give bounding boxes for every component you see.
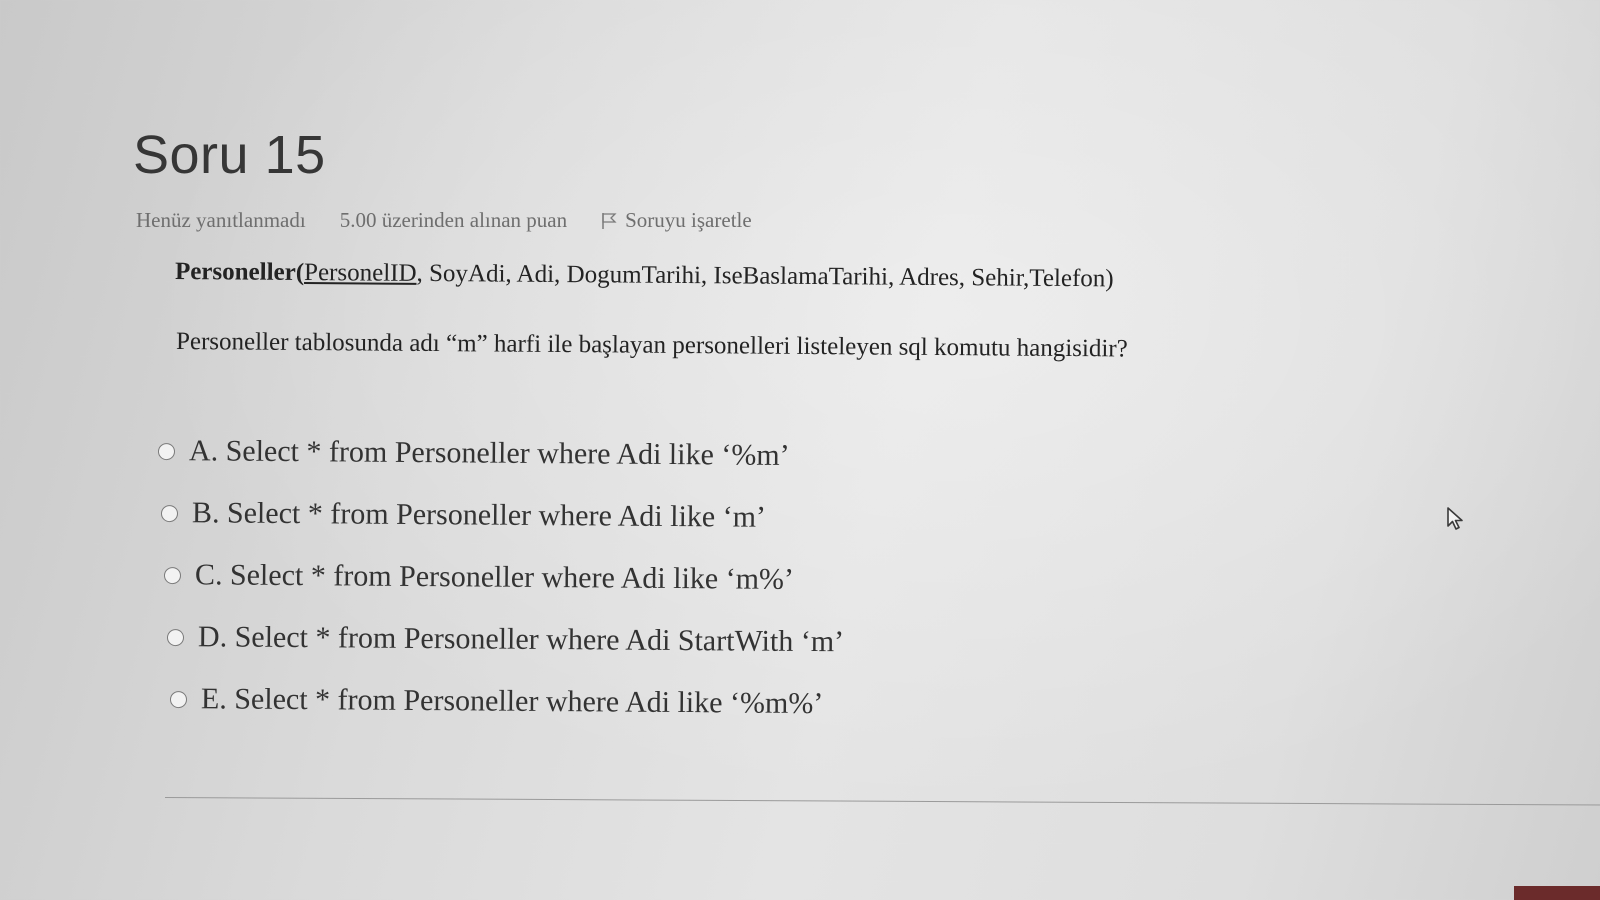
question-info: Henüz yanıtlanmadı 5.00 üzerinden alınan… <box>136 208 752 233</box>
question-grade: 5.00 üzerinden alınan puan <box>339 208 568 232</box>
mouse-cursor-icon <box>1447 507 1463 530</box>
answer-option-d[interactable]: D. Select * from Personeller where Adi S… <box>166 620 1058 659</box>
answer-list: A. Select * from Personeller where Adi l… <box>157 434 1058 746</box>
schema-columns: , SoyAdi, Adi, DogumTarihi, IseBaslamaTa… <box>416 259 1114 293</box>
flag-question-label: Soruyu işaretle <box>625 208 752 232</box>
schema-primary-key: PersonelID <box>304 259 417 287</box>
radio-button[interactable] <box>160 504 179 522</box>
question-state: Henüz yanıtlanmadı <box>136 208 306 232</box>
section-divider <box>164 797 1600 806</box>
answer-label: C. Select * from Personeller where Adi l… <box>194 558 795 596</box>
answer-label: E. Select * from Personeller where Adi l… <box>200 682 824 721</box>
table-schema: Personeller(PersonelID, SoyAdi, Adi, Dog… <box>175 258 1114 293</box>
answer-option-c[interactable]: C. Select * from Personeller where Adi l… <box>163 558 1058 597</box>
flag-question-link[interactable]: Soruyu işaretle <box>601 208 752 233</box>
answer-label: D. Select * from Personeller where Adi S… <box>197 620 845 659</box>
radio-button[interactable] <box>166 628 185 646</box>
answer-option-a[interactable]: A. Select * from Personeller where Adi l… <box>157 434 1058 473</box>
flag-icon <box>602 212 617 229</box>
question-text: Personeller tablosunda adı “m” harfi ile… <box>175 328 1128 363</box>
question-title: Soru 15 <box>133 125 326 185</box>
radio-button[interactable] <box>163 566 182 584</box>
answer-option-e[interactable]: E. Select * from Personeller where Adi l… <box>169 682 1058 721</box>
radio-button[interactable] <box>169 690 188 708</box>
radio-button[interactable] <box>157 442 176 460</box>
corner-accent <box>1514 886 1600 900</box>
answer-option-b[interactable]: B. Select * from Personeller where Adi l… <box>160 496 1058 535</box>
schema-table-name: Personeller( <box>174 258 305 287</box>
answer-label: A. Select * from Personeller where Adi l… <box>188 434 790 472</box>
answer-label: B. Select * from Personeller where Adi l… <box>191 496 767 534</box>
